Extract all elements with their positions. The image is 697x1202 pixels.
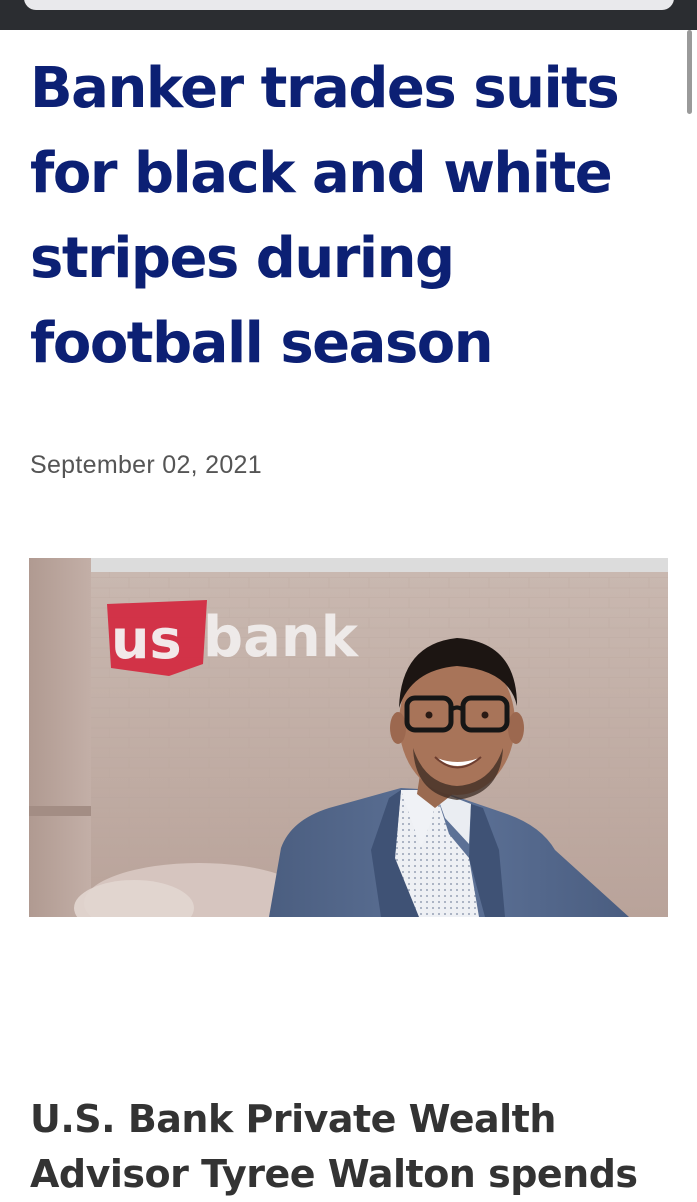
svg-text:bank: bank bbox=[203, 605, 360, 670]
article-photo: us bank bbox=[29, 558, 668, 917]
address-bar[interactable] bbox=[24, 0, 674, 10]
svg-text:us: us bbox=[111, 608, 182, 671]
article-headline: Banker trades suits for black and white … bbox=[30, 56, 620, 376]
article-date: September 02, 2021 bbox=[30, 451, 262, 479]
scrollbar[interactable] bbox=[687, 30, 692, 114]
usbank-sign: us bank bbox=[107, 600, 360, 676]
browser-top-bar bbox=[0, 0, 697, 30]
article-subheadline: U.S. Bank Private Wealth Advisor Tyree W… bbox=[30, 1097, 638, 1196]
